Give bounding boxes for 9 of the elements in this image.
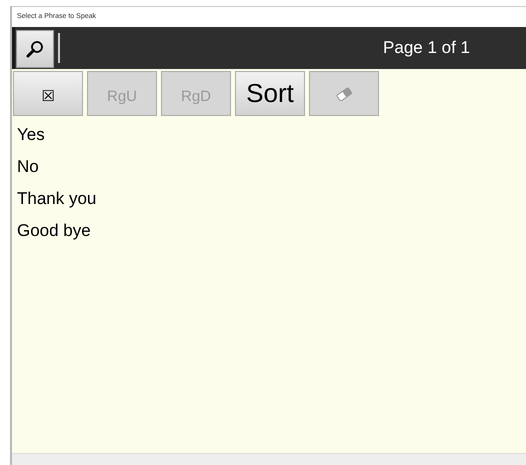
phrase-item[interactable]: Yes <box>12 119 526 151</box>
phrase-item[interactable]: No <box>12 151 526 183</box>
toolbar-button[interactable]: ☒ <box>13 71 83 116</box>
phrase-item[interactable]: Good bye <box>12 215 526 247</box>
phrase-item[interactable]: Thank you <box>12 183 526 215</box>
search-button[interactable] <box>16 30 54 68</box>
toolbar-button[interactable]: Sort <box>235 71 305 116</box>
search-icon <box>25 39 45 59</box>
page-label: Page 1 of 1 <box>383 37 470 60</box>
